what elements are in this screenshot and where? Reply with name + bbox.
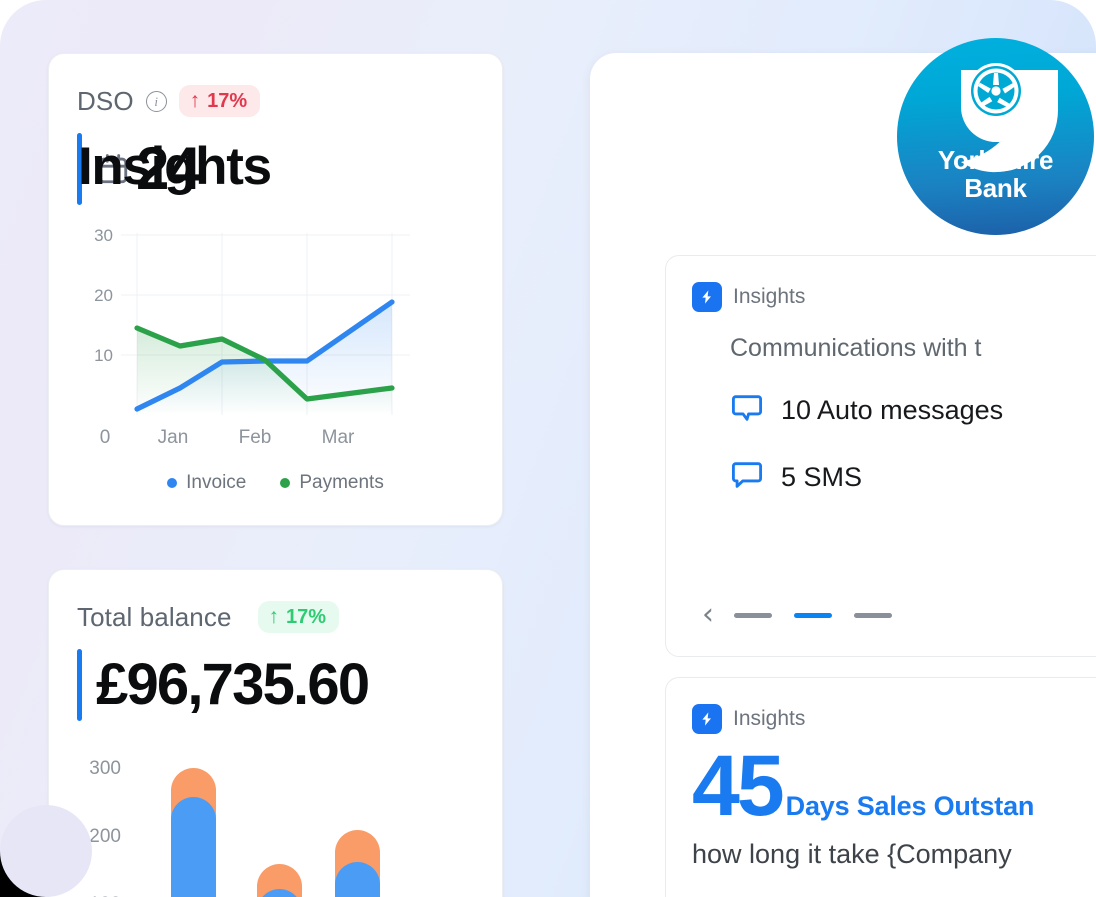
- dso-insight-caption: Days Sales Outstan: [785, 791, 1035, 821]
- balance-card-header: Total balance ↑ 17%: [77, 600, 474, 634]
- insight-card-communications[interactable]: Insights Communications with t 10 Auto m…: [665, 255, 1096, 657]
- y-axis-labels: 30 20 10: [94, 226, 113, 365]
- dso-trend-badge: ↑ 17%: [178, 85, 261, 117]
- insight-carousel: ‹: [702, 600, 1096, 630]
- insight-card-dso[interactable]: Insights 45 Days Sales Outstan how long …: [665, 677, 1096, 897]
- line-chart-svg: 30 20 10 0 Jan Feb Mar: [94, 226, 410, 448]
- insight-row-sms: 5 SMS: [730, 458, 1096, 497]
- dso-metric-card: DSO i ↑ 17% 24 30 20 10 0 Jan Feb Mar In…: [48, 53, 503, 526]
- dso-insight-subtext: how long it take {Company: [692, 839, 1012, 870]
- balance-label: Total balance: [77, 601, 232, 632]
- accent-bar: [77, 649, 82, 721]
- bank-wordmark: Yorkshire Bank: [937, 145, 1054, 203]
- dso-card-header: DSO i ↑ 17%: [77, 84, 474, 118]
- svg-text:0: 0: [100, 427, 111, 448]
- svg-text:Feb: Feb: [239, 427, 272, 448]
- carousel-dash-2[interactable]: [794, 612, 832, 618]
- arrow-up-icon: ↑: [268, 605, 280, 628]
- sms-text: 5 SMS: [781, 462, 863, 492]
- auto-messages-text: 10 Auto messages: [781, 395, 1004, 425]
- svg-text:30: 30: [94, 229, 113, 245]
- insight-row-auto-messages: 10 Auto messages: [730, 391, 1096, 430]
- legend-dot-invoice: [167, 478, 178, 488]
- legend-dot-payments: [280, 478, 291, 488]
- bar-chart-svg: 300 200 100: [89, 758, 380, 897]
- yorkshire-bank-logo: Yorkshire Bank: [897, 38, 1094, 235]
- legend-item-invoice: Invoice: [167, 472, 246, 494]
- chat-bubble-icon: [730, 391, 764, 430]
- balance-value: £96,735.60: [96, 652, 370, 717]
- chart-legend: Invoice Payments: [77, 472, 474, 494]
- insights-chip: Insights: [692, 282, 1096, 312]
- insights-chip-label: Insights: [733, 707, 806, 730]
- dso-label: DSO: [77, 85, 134, 116]
- balance-trend-badge: ↑ 17%: [257, 601, 340, 633]
- x-axis-labels: 0 Jan Feb Mar: [100, 427, 355, 448]
- svg-text:10: 10: [94, 346, 113, 365]
- svg-text:200: 200: [89, 826, 121, 847]
- chevron-left-icon[interactable]: ‹: [702, 600, 714, 630]
- legend-item-payments: Payments: [280, 472, 384, 494]
- svg-text:Jan: Jan: [158, 427, 189, 448]
- screenshot-root: DSO i ↑ 17% 24 30 20 10 0 Jan Feb Mar In…: [0, 0, 1096, 897]
- lightning-bolt-icon: [692, 282, 722, 312]
- dso-insight-number: 45: [692, 738, 785, 834]
- carousel-dash-3[interactable]: [854, 612, 892, 618]
- corner-mask: [0, 805, 92, 897]
- insights-chip: Insights: [692, 704, 1096, 734]
- dso-line-chart: 30 20 10 0 Jan Feb Mar Invoice Payments: [77, 226, 474, 494]
- balance-value-row: £96,735.60: [77, 649, 474, 721]
- chat-bubble-icon: [730, 458, 764, 497]
- svg-text:20: 20: [94, 286, 113, 305]
- dso-insight-headline: 45 Days Sales Outstan: [692, 738, 1096, 834]
- carousel-pagination: [734, 612, 892, 618]
- total-balance-card: Total balance ↑ 17% £96,735.60 300 200 1…: [48, 569, 503, 897]
- insights-chip-label: Insights: [733, 285, 806, 308]
- legend-label-payments: Payments: [299, 472, 384, 493]
- balance-trend-value: 17%: [286, 605, 327, 628]
- balance-bar-chart: 300 200 100: [77, 745, 474, 897]
- yorkshire-bank-mark: [935, 63, 1058, 173]
- info-icon[interactable]: i: [145, 90, 167, 112]
- arrow-up-icon: ↑: [189, 89, 201, 112]
- svg-text:300: 300: [89, 758, 121, 779]
- bar-blue-1: [171, 797, 216, 897]
- page-title: Insights: [78, 137, 272, 196]
- svg-text:Mar: Mar: [322, 427, 355, 448]
- dso-trend-value: 17%: [207, 89, 248, 112]
- legend-label-invoice: Invoice: [186, 472, 247, 493]
- lightning-bolt-icon: [692, 704, 722, 734]
- insight-lead-text: Communications with t: [730, 334, 982, 362]
- bar-y-axis-labels: 300 200 100: [89, 758, 121, 897]
- carousel-dash-1[interactable]: [734, 612, 772, 618]
